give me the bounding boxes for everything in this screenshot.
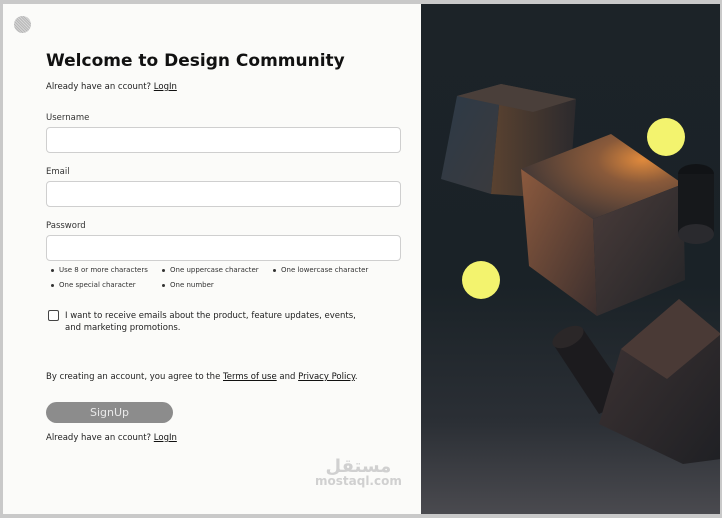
- page-title: Welcome to Design Community: [46, 51, 345, 71]
- password-rule: One special character: [51, 281, 136, 289]
- email-label: Email: [46, 167, 70, 177]
- password-rule: Use 8 or more characters: [51, 266, 148, 274]
- signup-button[interactable]: SignUp: [46, 402, 173, 423]
- marketing-checkbox-label: I want to receive emails about the produ…: [65, 311, 356, 333]
- cylinder-right-shape: [678, 164, 714, 244]
- privacy-policy-link[interactable]: Privacy Policy: [298, 372, 355, 382]
- marketing-checkbox[interactable]: [48, 310, 59, 321]
- terms-of-use-link[interactable]: Terms of use: [223, 372, 277, 382]
- login-prompt-text: Already have an ccount?: [46, 433, 152, 443]
- large-cube-shape: [521, 134, 685, 316]
- login-prompt-top: Already have an ccount? LogIn: [46, 82, 177, 92]
- hero-illustration: [441, 84, 720, 464]
- watermark-latin: mostaql.com: [315, 474, 402, 488]
- username-input[interactable]: [46, 127, 401, 153]
- login-link-top[interactable]: LogIn: [154, 82, 177, 92]
- watermark-arabic: مستقل: [325, 456, 392, 477]
- hero-illustration-panel: [421, 4, 720, 514]
- terms-prefix: By creating an account, you agree to the: [46, 372, 221, 382]
- signup-form-panel: Welcome to Design Community Already have…: [3, 4, 421, 514]
- login-prompt-text: Already have an ccount?: [46, 82, 152, 92]
- password-label: Password: [46, 221, 86, 231]
- yellow-sphere-top: [647, 118, 685, 156]
- password-input[interactable]: [46, 235, 401, 261]
- login-link-bottom[interactable]: LogIn: [154, 433, 177, 443]
- bottom-cube-shape: [599, 299, 720, 464]
- password-rule: One number: [162, 281, 214, 289]
- password-rule: One uppercase character: [162, 266, 259, 274]
- terms-suffix: .: [354, 372, 358, 382]
- email-input[interactable]: [46, 181, 401, 207]
- yellow-sphere-left: [462, 261, 500, 299]
- signup-window: Welcome to Design Community Already have…: [3, 4, 720, 514]
- username-label: Username: [46, 113, 90, 123]
- terms-notice: By creating an account, you agree to the…: [46, 372, 358, 382]
- watermark: مستقل mostaql.com: [315, 456, 402, 489]
- terms-and: and: [279, 372, 296, 382]
- logo-icon: [14, 16, 31, 33]
- login-prompt-bottom: Already have an ccount? LogIn: [46, 433, 177, 443]
- password-rule: One lowercase character: [272, 266, 369, 274]
